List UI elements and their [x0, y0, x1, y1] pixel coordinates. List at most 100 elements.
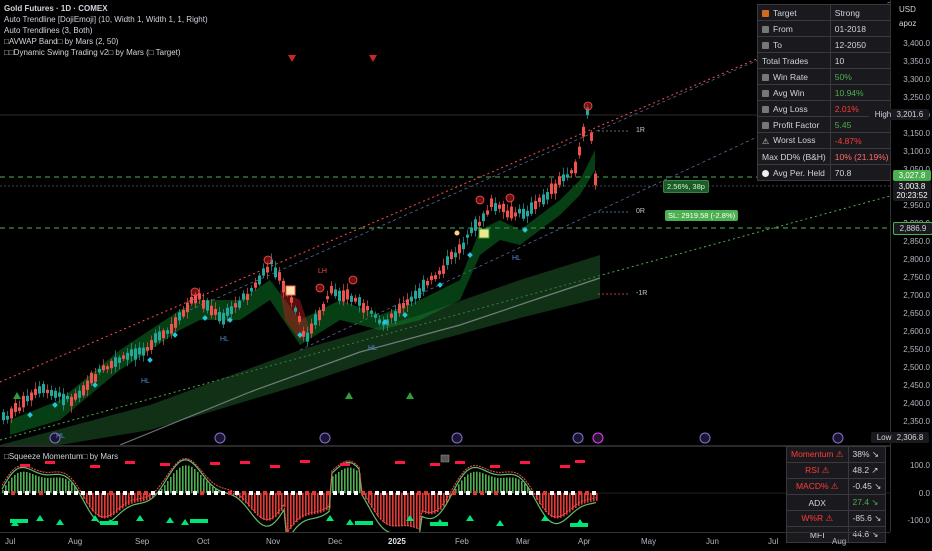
- momentum-bar: [311, 493, 313, 515]
- label-1r: 1R: [636, 127, 645, 134]
- momentum-bar: [2, 489, 4, 493]
- momentum-bar: [65, 478, 67, 493]
- time-axis-label: Sep: [135, 537, 150, 546]
- squeeze-dot: [396, 491, 400, 495]
- price-axis-label: 2,450.0: [903, 381, 930, 390]
- time-axis-label: Feb: [455, 537, 469, 546]
- buy-signal-bar: [570, 523, 588, 527]
- oscillator-title[interactable]: □Squeeze Momentum□ by Mars: [4, 452, 118, 461]
- calendar-icon: [762, 25, 769, 33]
- squeeze-momentum-chart[interactable]: [0, 447, 890, 532]
- candle-body: [66, 396, 69, 400]
- price-axis-label: 3,150.0: [903, 129, 930, 138]
- indicator-legend-1[interactable]: Auto Trendline [DojiEmoji] (10, Width 1,…: [4, 15, 208, 24]
- price-axis[interactable]: USD apoz 3,400.0 3,350.0 3,300.0 3,250.0 3,2…: [869, 0, 932, 532]
- stats-value: 10: [829, 52, 894, 69]
- momentum-bar: [428, 493, 430, 515]
- momentum-bar: [317, 493, 319, 514]
- oscillator-pane[interactable]: □Squeeze Momentum□ by Mars Momentum ⚠ 38%…: [0, 446, 890, 543]
- momentum-bar: [341, 469, 343, 493]
- momentum-label: Momentum ⚠: [786, 446, 849, 463]
- stats-label-cell: Total Trades: [757, 52, 831, 69]
- time-axis-label: Mar: [516, 537, 530, 546]
- price-axis-label: 3,250.0: [903, 93, 930, 102]
- stats-label-cell: ⚠ Worst Loss: [757, 132, 831, 149]
- momentum-label: MACD% ⚠: [786, 478, 849, 495]
- momentum-bar: [356, 470, 358, 493]
- candle-body: [378, 319, 381, 324]
- price-axis-label: 2,650.0: [903, 309, 930, 318]
- candle-body: [558, 176, 561, 185]
- chart-title[interactable]: Gold Futures · 1D · COMEX: [4, 4, 108, 13]
- candle-body: [394, 311, 397, 322]
- momentum-bar: [392, 493, 394, 527]
- indicator-legend-2[interactable]: Auto Trendlines (3, Both): [4, 26, 93, 35]
- indicator-legend-4[interactable]: □□Dynamic Swing Trading v2□ by Mars (□ T…: [4, 48, 181, 57]
- momentum-bar: [350, 467, 352, 493]
- stats-value: Strong: [829, 4, 894, 21]
- momentum-bar: [275, 493, 277, 518]
- momentum-bar: [122, 493, 124, 509]
- buy-signal-bar: [100, 521, 118, 525]
- time-axis[interactable]: Jul Aug Sep Oct Nov Dec 2025 Feb Mar Apr May Jun Jul…: [0, 532, 890, 551]
- candle-body: [190, 297, 193, 304]
- time-axis-label: Aug: [832, 537, 847, 546]
- candle-body: [178, 312, 181, 321]
- squeeze-dot: [431, 491, 435, 495]
- squeeze-dot: [382, 491, 386, 495]
- swing-label-lh: LH: [318, 268, 327, 275]
- candle-body: [550, 183, 553, 195]
- momentum-label: ADX: [786, 494, 849, 511]
- swing-high-circle: [583, 101, 593, 111]
- candle-body: [346, 289, 349, 300]
- candle-body: [174, 317, 177, 328]
- momentum-bar: [506, 477, 508, 493]
- strategy-stats-table: Target Strong From 01-2018 To 12-2050 Total Tr…: [757, 4, 894, 181]
- stats-row: Total Trades 10: [757, 52, 894, 69]
- currency-label[interactable]: USD: [893, 4, 932, 15]
- momentum-bar: [314, 493, 316, 515]
- main-chart-pane[interactable]: Gold Futures · 1D · COMEX Auto Trendline…: [0, 0, 894, 445]
- momentum-row: MACD% ⚠ -0.45 ↘: [786, 478, 887, 495]
- calendar-icon: [762, 41, 769, 49]
- event-marker-icon: [699, 432, 711, 444]
- osc-axis-minus-100: -100.0: [907, 516, 930, 525]
- momentum-bar: [554, 493, 556, 519]
- squeeze-dot: [592, 491, 596, 495]
- squeeze-dot: [305, 491, 309, 495]
- momentum-bar: [425, 493, 427, 514]
- candle-body: [218, 311, 221, 322]
- swing-low-diamond: [437, 282, 443, 288]
- sell-signal-bar: [490, 465, 500, 468]
- sell-signal-triangle: [288, 55, 296, 62]
- stats-value: 01-2018: [829, 20, 894, 37]
- momentum-bar: [431, 493, 433, 515]
- sell-signal-bar: [520, 461, 530, 464]
- momentum-bar: [383, 493, 385, 523]
- candle-body: [154, 333, 157, 343]
- momentum-bar: [23, 471, 25, 493]
- momentum-bar: [371, 493, 373, 508]
- indicator-legend-3[interactable]: □AVWAP Band□ by Mars (2, 50): [4, 37, 118, 46]
- stats-value: 10% (21.19%): [829, 148, 894, 165]
- momentum-bar: [338, 471, 340, 493]
- candle-body: [522, 208, 525, 219]
- squeeze-dot: [25, 491, 29, 495]
- price-axis-label: 2,550.0: [903, 345, 930, 354]
- momentum-bar: [470, 472, 472, 493]
- price-axis-label: 3,400.0: [903, 39, 930, 48]
- momentum-bar: [485, 474, 487, 493]
- momentum-bar: [128, 493, 130, 505]
- candle-body: [462, 242, 465, 250]
- candle-body: [298, 316, 301, 322]
- candle-body: [10, 408, 13, 419]
- exit-marker-circle: [454, 230, 460, 236]
- swing-high-circle: [263, 255, 273, 265]
- stats-row: From 01-2018: [757, 20, 894, 37]
- swing-high-circle: [315, 283, 325, 293]
- buy-signal-bar: [10, 519, 28, 523]
- momentum-bar: [560, 493, 562, 518]
- momentum-bar: [332, 476, 334, 493]
- time-axis-label: Oct: [197, 537, 210, 546]
- osc-axis-0: 0.0: [918, 489, 930, 498]
